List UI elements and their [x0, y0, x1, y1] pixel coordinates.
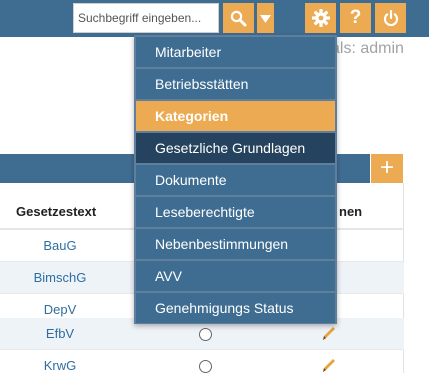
menu-item-kategorien[interactable]: Kategorien — [136, 101, 335, 131]
add-button[interactable]: + — [371, 154, 403, 183]
settings-button[interactable] — [305, 3, 336, 33]
menu-item-leseberechtigte[interactable]: Leseberechtigte — [136, 197, 335, 227]
row-name-link[interactable]: EfbV — [0, 326, 120, 341]
logged-in-user-text: als: admin — [331, 40, 404, 57]
pencil-icon[interactable] — [322, 325, 336, 341]
menu-item-betriebsstaetten[interactable]: Betriebsstätten — [136, 69, 335, 99]
menu-item-mitarbeiter[interactable]: Mitarbeiter — [136, 37, 335, 67]
help-button[interactable]: ? — [340, 3, 371, 33]
caret-down-icon — [260, 14, 271, 23]
row-name-link[interactable]: BauG — [0, 238, 120, 253]
row-radio[interactable] — [199, 328, 212, 341]
question-icon: ? — [349, 7, 362, 28]
menu-item-nebenbestimmungen[interactable]: Nebenbestimmungen — [136, 229, 335, 259]
menu-item-avv[interactable]: AVV — [136, 261, 335, 291]
menu-item-dokumente[interactable]: Dokumente — [136, 165, 335, 195]
search-button[interactable] — [223, 3, 254, 33]
row-name-link[interactable]: KrwG — [0, 358, 120, 373]
search-input[interactable] — [73, 3, 219, 33]
menu-item-genehmigungs-status[interactable]: Genehmigungs Status — [136, 293, 335, 323]
power-icon — [383, 9, 398, 26]
row-name-link[interactable]: DepV — [0, 302, 120, 317]
logout-button[interactable] — [375, 3, 406, 33]
menu-item-gesetzliche-grundlagen[interactable]: Gesetzliche Grundlagen — [136, 133, 335, 163]
column-header-gesetzestext[interactable]: Gesetzestext — [16, 204, 96, 219]
settings-dropdown-menu: Mitarbeiter Betriebsstätten Kategorien G… — [134, 35, 337, 324]
row-radio[interactable] — [199, 360, 212, 373]
search-options-button[interactable] — [257, 3, 274, 33]
row-name-link[interactable]: BimschG — [0, 270, 120, 285]
search-icon — [230, 10, 247, 26]
column-header-actions[interactable]: nen — [339, 204, 362, 219]
table-row: KrwG — [0, 350, 404, 373]
pencil-icon[interactable] — [322, 357, 336, 373]
gear-icon — [311, 9, 330, 27]
